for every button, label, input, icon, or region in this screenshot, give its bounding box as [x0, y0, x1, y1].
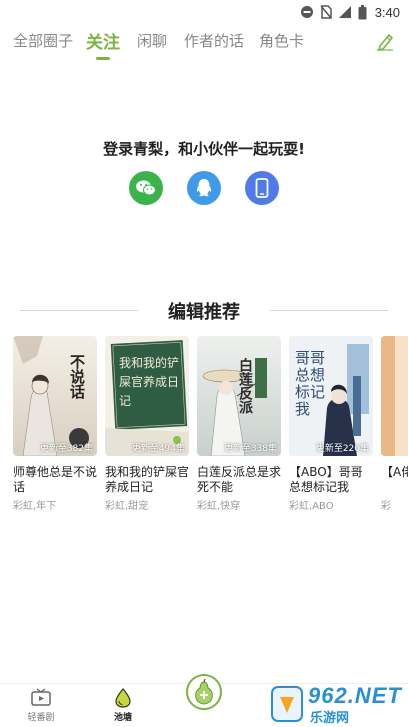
- tv-icon: [31, 688, 51, 706]
- book-cover: 我和我的铲屎官养成日记 更新至494集: [105, 336, 189, 456]
- book-card[interactable]: 哥哥总想标记我 更新至220集 【ABO】哥哥总想标记我 彩虹,ABO: [289, 336, 373, 512]
- login-options: [0, 171, 408, 205]
- book-cover: 哥哥总想标记我 更新至220集: [289, 336, 373, 456]
- battery-icon: [358, 4, 367, 19]
- wechat-icon: [136, 180, 156, 196]
- nav-label: 轻番剧: [27, 713, 55, 723]
- phone-icon: [255, 178, 269, 198]
- book-tags: 彩虹,甜宠: [105, 501, 149, 512]
- nav-light-drama[interactable]: 轻番剧: [16, 688, 66, 723]
- cover-title-2: 我和我的铲屎官养成日记: [119, 356, 180, 408]
- book-title: 【A佬: [381, 465, 408, 479]
- book-title: 师尊他总是不说话: [13, 465, 97, 494]
- status-bar: 3:40: [0, 0, 408, 24]
- no-sim-icon: [320, 5, 332, 19]
- tab-character-card[interactable]: 角色卡: [259, 30, 304, 51]
- status-icons: 3:40: [300, 4, 400, 20]
- pear-icon: [195, 679, 213, 705]
- login-prompt: 登录青梨，和小伙伴一起玩耍!: [103, 140, 305, 158]
- book-carousel[interactable]: 不说话 更新至382集 师尊他总是不说话 彩虹,年下 我和我的铲屎官养成日记 更…: [13, 336, 408, 526]
- cover-title-1: 不说话: [68, 354, 86, 399]
- status-time: 3:40: [374, 4, 400, 20]
- book-card[interactable]: 不说话 更新至382集 师尊他总是不说话 彩虹,年下: [13, 336, 97, 512]
- book-card[interactable]: 我和我的铲屎官养成日记 更新至494集 我和我的铲屎官养成日记 彩虹,甜宠: [105, 336, 189, 512]
- book-tags: 彩虹,年下: [13, 501, 57, 512]
- cover-title-4: 哥哥总想标记我: [295, 349, 326, 418]
- site-watermark: 962.NET 乐游网: [270, 683, 406, 726]
- watermark-subtext: 乐游网: [310, 711, 350, 726]
- qq-icon: [196, 179, 212, 197]
- book-title: 我和我的铲屎官养成日记: [105, 465, 189, 494]
- qq-login-button[interactable]: [187, 171, 221, 205]
- book-card[interactable]: 【A佬 彩: [381, 336, 408, 512]
- nav-pond[interactable]: 池塘: [98, 688, 148, 723]
- editor-picks-header: 编辑推荐: [0, 296, 408, 324]
- dnd-icon: [300, 6, 313, 18]
- book-cover: 不说话 更新至382集: [13, 336, 97, 456]
- signal-icon: [338, 6, 351, 18]
- update-badge: 更新至220集: [315, 444, 369, 454]
- book-title: 【ABO】哥哥总想标记我: [289, 465, 363, 494]
- update-badge: 更新至382集: [39, 444, 93, 454]
- tab-author-words[interactable]: 作者的话: [184, 30, 244, 51]
- phone-login-button[interactable]: [245, 171, 279, 205]
- tab-following[interactable]: 关注: [86, 28, 120, 53]
- create-post-button[interactable]: [186, 674, 222, 710]
- tab-all-circles[interactable]: 全部圈子: [13, 30, 73, 51]
- drop-icon: [115, 688, 131, 708]
- update-badge: 更新至338集: [223, 444, 277, 454]
- book-cover: [381, 336, 408, 456]
- book-tags: 彩虹,ABO: [289, 501, 334, 512]
- edit-post-icon[interactable]: [374, 30, 396, 52]
- book-title: 白莲反派总是求死不能: [197, 465, 281, 494]
- tab-chat[interactable]: 闲聊: [137, 30, 167, 51]
- active-tab-indicator: [96, 57, 110, 60]
- update-badge: 更新至494集: [131, 444, 185, 454]
- watermark-text: 962.NET: [308, 683, 402, 708]
- watermark-logo-icon: [271, 686, 303, 722]
- book-card[interactable]: 白莲反派 更新至338集 白莲反派总是求死不能 彩虹,快穿: [197, 336, 281, 512]
- book-tags: 彩: [381, 501, 391, 512]
- circle-tab-bar: 全部圈子 关注 闲聊 作者的话 角色卡: [0, 26, 408, 60]
- wechat-login-button[interactable]: [129, 171, 163, 205]
- cover-art-5: [381, 336, 408, 456]
- section-title: 编辑推荐: [168, 302, 240, 323]
- cover-title-3: 白莲反派: [237, 358, 253, 414]
- nav-label: 池塘: [113, 713, 132, 723]
- book-cover: 白莲反派 更新至338集: [197, 336, 281, 456]
- book-tags: 彩虹,快穿: [197, 501, 241, 512]
